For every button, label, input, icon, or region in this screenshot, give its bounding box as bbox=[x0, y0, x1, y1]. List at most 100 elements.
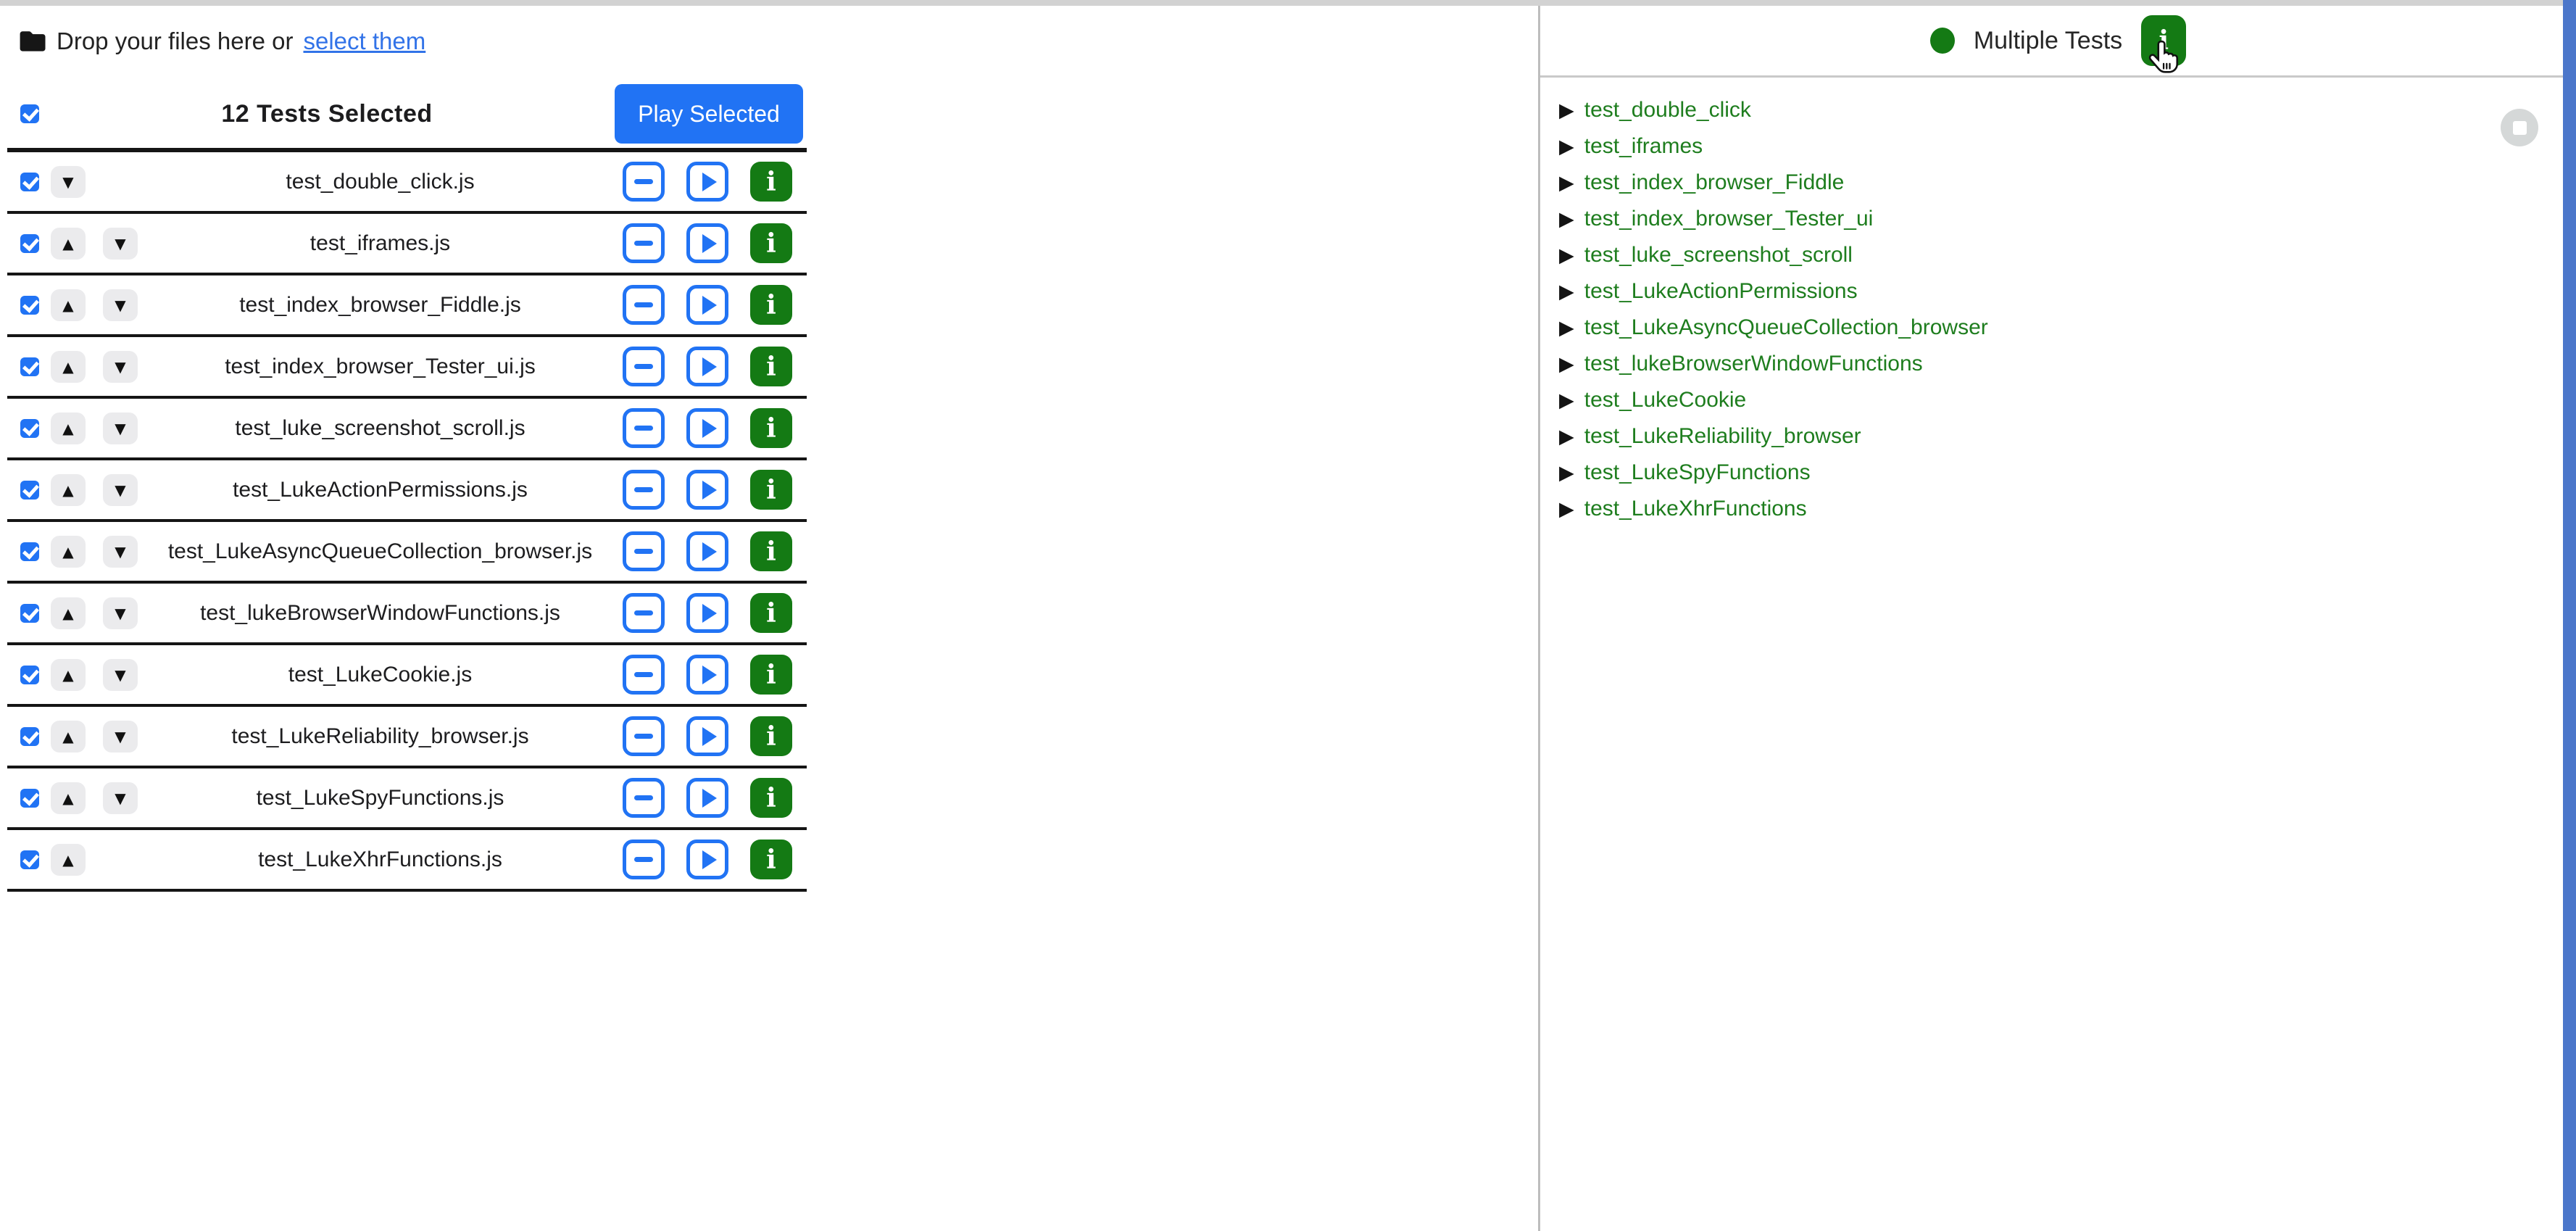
remove-test-button[interactable] bbox=[623, 470, 665, 510]
test-info-button[interactable]: i bbox=[750, 531, 792, 571]
play-test-button[interactable] bbox=[686, 470, 728, 510]
test-checkbox[interactable] bbox=[20, 173, 39, 191]
move-down-button[interactable]: ▼ bbox=[103, 536, 138, 568]
move-down-button[interactable]: ▼ bbox=[103, 597, 138, 629]
move-up-button[interactable]: ▲ bbox=[51, 536, 86, 568]
test-info-button[interactable]: i bbox=[750, 162, 792, 202]
remove-test-button[interactable] bbox=[623, 716, 665, 756]
test-name-label: test_LukeReliability_browser bbox=[1584, 424, 1861, 449]
move-down-button[interactable]: ▼ bbox=[103, 289, 138, 321]
test-info-button[interactable]: i bbox=[750, 778, 792, 818]
move-up-button[interactable]: ▲ bbox=[51, 844, 86, 876]
multiple-tests-item[interactable]: ▶ test_index_browser_Fiddle bbox=[1559, 165, 2576, 201]
move-down-button[interactable]: ▼ bbox=[103, 228, 138, 260]
multiple-tests-item[interactable]: ▶ test_double_click bbox=[1559, 92, 2576, 128]
play-test-button[interactable] bbox=[686, 778, 728, 818]
multiple-tests-item[interactable]: ▶ test_index_browser_Tester_ui bbox=[1559, 201, 2576, 237]
remove-test-button[interactable] bbox=[623, 655, 665, 695]
multiple-tests-item[interactable]: ▶ test_lukeBrowserWindowFunctions bbox=[1559, 346, 2576, 382]
test-info-button[interactable]: i bbox=[750, 408, 792, 448]
test-info-button[interactable]: i bbox=[750, 716, 792, 756]
remove-test-button[interactable] bbox=[623, 840, 665, 879]
cursor-pointer-icon bbox=[2147, 37, 2185, 78]
move-down-button[interactable]: ▼ bbox=[103, 351, 138, 383]
test-info-button[interactable]: i bbox=[750, 223, 792, 263]
move-down-button[interactable]: ▼ bbox=[51, 166, 86, 198]
test-checkbox[interactable] bbox=[20, 481, 39, 500]
remove-test-button[interactable] bbox=[623, 408, 665, 448]
play-test-button[interactable] bbox=[686, 408, 728, 448]
test-checkbox[interactable] bbox=[20, 357, 39, 376]
test-checkbox[interactable] bbox=[20, 419, 39, 438]
move-down-button[interactable]: ▼ bbox=[103, 782, 138, 814]
remove-test-button[interactable] bbox=[623, 223, 665, 263]
select-files-link[interactable]: select them bbox=[303, 28, 425, 55]
play-test-button[interactable] bbox=[686, 223, 728, 263]
play-test-button[interactable] bbox=[686, 655, 728, 695]
test-checkbox[interactable] bbox=[20, 542, 39, 561]
multiple-tests-item[interactable]: ▶ test_LukeAsyncQueueCollection_browser bbox=[1559, 310, 2576, 346]
multiple-tests-item[interactable]: ▶ test_LukeXhrFunctions bbox=[1559, 491, 2576, 527]
play-test-button[interactable] bbox=[686, 840, 728, 879]
remove-test-button[interactable] bbox=[623, 285, 665, 325]
remove-test-button[interactable] bbox=[623, 593, 665, 633]
minus-icon bbox=[634, 795, 653, 800]
test-info-button[interactable]: i bbox=[750, 347, 792, 386]
folder-icon bbox=[19, 30, 46, 53]
move-up-button[interactable]: ▲ bbox=[51, 721, 86, 753]
remove-test-button[interactable] bbox=[623, 162, 665, 202]
play-test-button[interactable] bbox=[686, 716, 728, 756]
test-checkbox[interactable] bbox=[20, 296, 39, 315]
move-down-button[interactable]: ▼ bbox=[103, 721, 138, 753]
right-panel-header: Multiple Tests i bbox=[1540, 6, 2576, 78]
play-selected-button[interactable]: Play Selected bbox=[615, 84, 803, 144]
test-info-button[interactable]: i bbox=[750, 285, 792, 325]
move-up-button[interactable]: ▲ bbox=[51, 351, 86, 383]
play-test-button[interactable] bbox=[686, 285, 728, 325]
file-dropzone[interactable]: Drop your files here or select them bbox=[19, 28, 1538, 55]
move-down-button[interactable]: ▼ bbox=[103, 413, 138, 444]
play-test-button[interactable] bbox=[686, 347, 728, 386]
move-up-button[interactable]: ▲ bbox=[51, 289, 86, 321]
multiple-tests-info-button[interactable]: i bbox=[2141, 15, 2186, 66]
test-checkbox[interactable] bbox=[20, 666, 39, 684]
test-name-label: test_LukeAsyncQueueCollection_browser bbox=[1584, 315, 1988, 340]
test-checkbox[interactable] bbox=[20, 234, 39, 253]
multiple-tests-item[interactable]: ▶ test_LukeSpyFunctions bbox=[1559, 455, 2576, 491]
move-up-button[interactable]: ▲ bbox=[51, 597, 86, 629]
multiple-tests-item[interactable]: ▶ test_luke_screenshot_scroll bbox=[1559, 237, 2576, 273]
test-checkbox[interactable] bbox=[20, 604, 39, 623]
test-info-button[interactable]: i bbox=[750, 655, 792, 695]
test-info-button[interactable]: i bbox=[750, 593, 792, 633]
remove-test-button[interactable] bbox=[623, 778, 665, 818]
move-up-button[interactable]: ▲ bbox=[51, 228, 86, 260]
info-icon: i bbox=[766, 847, 776, 873]
move-up-button[interactable]: ▲ bbox=[51, 474, 86, 506]
minus-icon bbox=[634, 549, 653, 554]
test-info-button[interactable]: i bbox=[750, 840, 792, 879]
collapsed-arrow-icon: ▶ bbox=[1559, 173, 1574, 193]
row-actions: i bbox=[623, 408, 792, 448]
multiple-tests-item[interactable]: ▶ test_LukeActionPermissions bbox=[1559, 273, 2576, 310]
scrollbar-thumb[interactable] bbox=[2563, 0, 2576, 1231]
play-test-button[interactable] bbox=[686, 162, 728, 202]
select-all-checkbox[interactable] bbox=[20, 104, 39, 123]
move-up-button[interactable]: ▲ bbox=[51, 782, 86, 814]
remove-test-button[interactable] bbox=[623, 347, 665, 386]
play-test-button[interactable] bbox=[686, 531, 728, 571]
test-checkbox[interactable] bbox=[20, 850, 39, 869]
move-up-button[interactable]: ▲ bbox=[51, 413, 86, 444]
play-test-button[interactable] bbox=[686, 593, 728, 633]
move-down-button[interactable]: ▼ bbox=[103, 659, 138, 691]
test-info-button[interactable]: i bbox=[750, 470, 792, 510]
stop-button[interactable] bbox=[2501, 109, 2538, 146]
test-checkbox[interactable] bbox=[20, 727, 39, 746]
multiple-tests-item[interactable]: ▶ test_LukeCookie bbox=[1559, 382, 2576, 418]
multiple-tests-item[interactable]: ▶ test_LukeReliability_browser bbox=[1559, 418, 2576, 455]
multiple-tests-item[interactable]: ▶ test_iframes bbox=[1559, 128, 2576, 165]
move-up-button[interactable]: ▲ bbox=[51, 659, 86, 691]
test-checkbox[interactable] bbox=[20, 789, 39, 808]
minus-icon bbox=[634, 426, 653, 431]
move-down-button[interactable]: ▼ bbox=[103, 474, 138, 506]
remove-test-button[interactable] bbox=[623, 531, 665, 571]
